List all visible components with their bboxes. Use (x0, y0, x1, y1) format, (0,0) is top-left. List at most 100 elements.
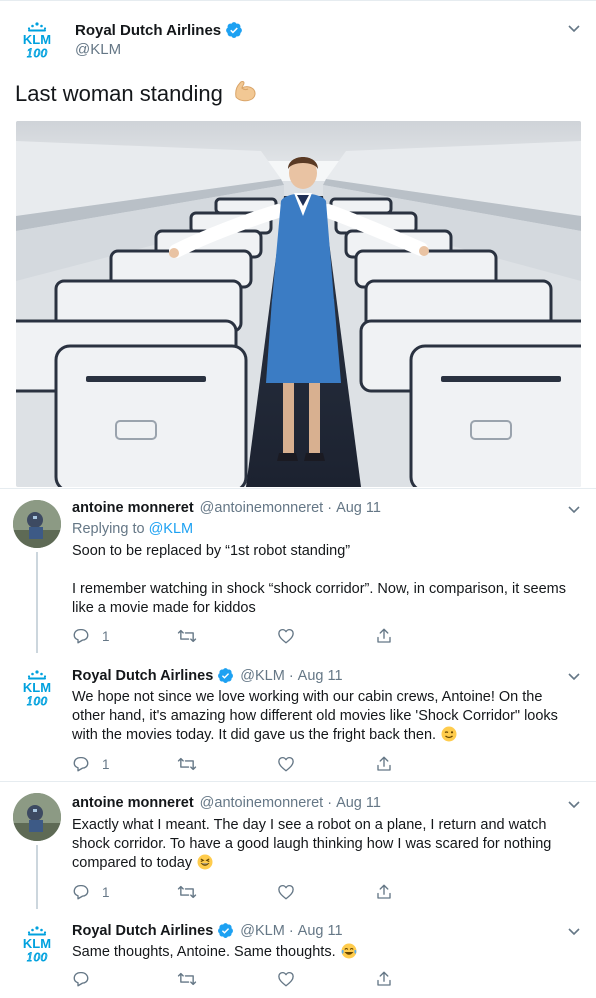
separator-dot: · (327, 500, 333, 516)
svg-text:KLM: KLM (23, 680, 51, 695)
like-button[interactable] (277, 883, 375, 901)
replying-to: Replying to @KLM (72, 521, 193, 537)
separator-dot: · (288, 922, 294, 939)
action-bar: 1 (72, 883, 393, 901)
like-button[interactable] (277, 755, 375, 773)
verified-badge-icon (225, 21, 243, 39)
reply-button[interactable]: 1 (72, 883, 177, 901)
reply-paragraph: We hope not since we love working with o… (72, 688, 577, 748)
retweet-button[interactable] (177, 627, 277, 645)
display-name[interactable]: Royal Dutch Airlines (72, 923, 213, 939)
reply-paragraph: Same thoughts, Antoine. Same thoughts. (72, 943, 577, 965)
flexed-biceps-icon (231, 77, 259, 111)
handle[interactable]: @KLM (240, 668, 285, 684)
reply-tweet: KLM 100 Royal Dutch Airlines @KLM · Aug … (0, 653, 596, 781)
handle[interactable]: @antoinemonneret (200, 795, 324, 811)
winking-face-icon (441, 726, 457, 748)
antoine-avatar[interactable] (13, 500, 61, 548)
chevron-down-icon[interactable] (566, 796, 582, 812)
reply-button[interactable] (72, 970, 177, 988)
reply-text: Soon to be replaced by “1st robot standi… (72, 542, 577, 618)
timestamp[interactable]: Aug 11 (336, 500, 381, 516)
like-icon (278, 628, 294, 644)
chevron-down-icon[interactable] (566, 923, 582, 939)
reply-button[interactable]: 1 (72, 627, 177, 645)
svg-text:100: 100 (27, 951, 48, 964)
timestamp[interactable]: Aug 11 (336, 795, 381, 811)
retweet-button[interactable] (177, 970, 277, 988)
reply-icon (73, 756, 89, 772)
separator-dot: · (327, 795, 333, 811)
reply-button[interactable]: 1 (72, 755, 177, 773)
chevron-down-icon[interactable] (566, 501, 582, 517)
divider (0, 488, 596, 489)
svg-text:KLM: KLM (23, 936, 51, 951)
svg-text:100: 100 (27, 695, 48, 708)
klm-avatar[interactable]: KLM 100 (13, 17, 61, 65)
share-button[interactable] (375, 755, 393, 773)
divider (0, 781, 596, 782)
like-button[interactable] (277, 627, 375, 645)
timestamp[interactable]: Aug 11 (298, 923, 343, 939)
timestamp[interactable]: Aug 11 (298, 668, 343, 684)
display-name[interactable]: Royal Dutch Airlines (75, 22, 221, 39)
like-icon (278, 884, 294, 900)
retweet-icon (177, 629, 197, 643)
reply-header: antoine monneret @antoinemonneret · Aug … (72, 795, 381, 811)
reply-paragraph-text: We hope not since we love working with o… (72, 689, 558, 743)
reply-text: Exactly what I meant. The day I see a ro… (72, 816, 577, 876)
display-name[interactable]: antoine monneret (72, 500, 194, 516)
display-name[interactable]: Royal Dutch Airlines (72, 668, 213, 684)
svg-text:100: 100 (27, 47, 48, 60)
display-name[interactable]: antoine monneret (72, 795, 194, 811)
action-bar (72, 970, 393, 988)
reply-count: 1 (102, 884, 110, 900)
reply-count: 1 (102, 628, 110, 644)
verified-badge-icon (217, 922, 234, 939)
reply-icon (73, 884, 89, 900)
tweet-text: Last woman standing (15, 77, 259, 111)
retweet-button[interactable] (177, 755, 277, 773)
tweet-text-content: Last woman standing (15, 81, 223, 106)
tweet-photo[interactable] (16, 121, 581, 487)
klm-avatar[interactable]: KLM 100 (13, 921, 61, 969)
reply-paragraph: I remember watching in shock “shock corr… (72, 581, 566, 616)
chevron-down-icon[interactable] (566, 668, 582, 684)
thread-line (36, 552, 38, 653)
retweet-icon (177, 885, 197, 899)
share-button[interactable] (375, 970, 393, 988)
handle[interactable]: @KLM (75, 41, 121, 58)
reply-tweet: KLM 100 Royal Dutch Airlines @KLM · Aug … (0, 909, 596, 998)
share-button[interactable] (375, 883, 393, 901)
main-author[interactable]: Royal Dutch Airlines (75, 21, 243, 39)
face-with-tears-of-joy-icon (341, 943, 357, 965)
action-bar: 1 (72, 755, 393, 773)
handle[interactable]: @KLM (240, 923, 285, 939)
reply-paragraph-text: Exactly what I meant. The day I see a ro… (72, 817, 552, 871)
reply-paragraph-text: Same thoughts, Antoine. Same thoughts. (72, 944, 336, 960)
retweet-button[interactable] (177, 883, 277, 901)
like-button[interactable] (277, 970, 375, 988)
reply-icon (73, 971, 89, 987)
like-icon (278, 756, 294, 772)
reply-tweet: antoine monneret @antoinemonneret · Aug … (0, 488, 596, 653)
share-icon (377, 628, 391, 643)
verified-badge-icon (217, 667, 234, 684)
reply-header: Royal Dutch Airlines @KLM · Aug 11 (72, 922, 343, 939)
share-button[interactable] (375, 627, 393, 645)
antoine-avatar[interactable] (13, 793, 61, 841)
chevron-down-icon[interactable] (566, 20, 582, 36)
thread-line (36, 845, 38, 909)
like-icon (278, 971, 294, 987)
reply-icon (73, 628, 89, 644)
handle[interactable]: @antoinemonneret (200, 500, 324, 516)
share-icon (377, 756, 391, 771)
retweet-icon (177, 972, 197, 986)
reply-paragraph: Soon to be replaced by “1st robot standi… (72, 543, 351, 559)
mention-link[interactable]: @KLM (149, 521, 194, 537)
klm-avatar[interactable]: KLM 100 (13, 665, 61, 713)
replying-to-prefix: Replying to (72, 521, 145, 537)
reply-text: Same thoughts, Antoine. Same thoughts. (72, 943, 577, 965)
reply-count: 1 (102, 756, 110, 772)
reply-tweet: antoine monneret @antoinemonneret · Aug … (0, 781, 596, 909)
